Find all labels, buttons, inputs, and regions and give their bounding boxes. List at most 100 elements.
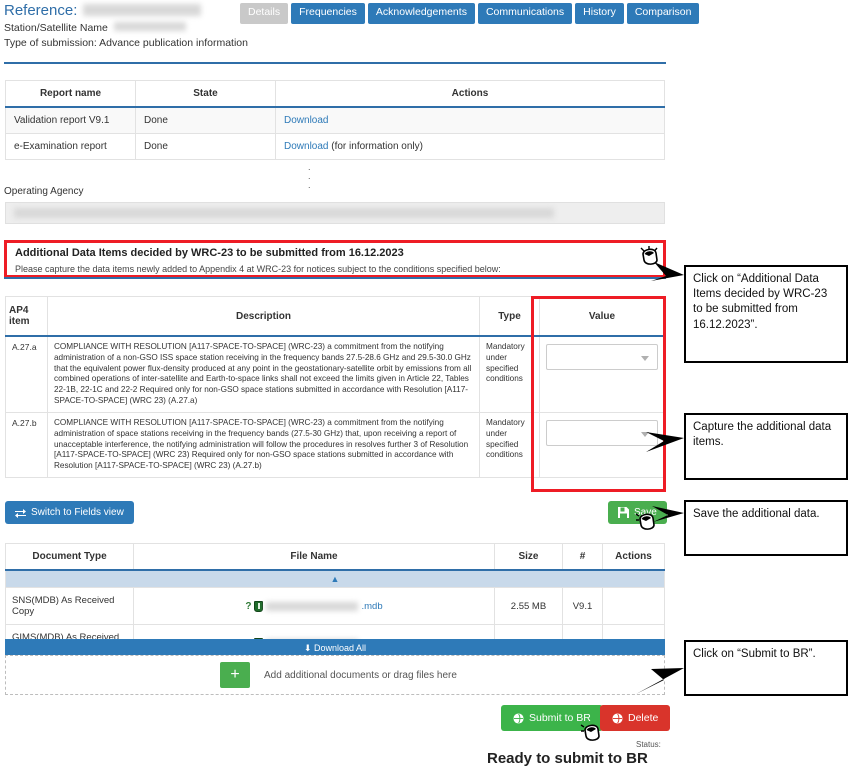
- download-link[interactable]: Download: [284, 115, 328, 126]
- col-ap4-item-line2: item: [9, 316, 30, 327]
- ap4-item-code: A.27.b: [5, 411, 48, 479]
- tab-comparison[interactable]: Comparison: [626, 3, 700, 24]
- operating-agency-field[interactable]: [5, 202, 665, 224]
- delete-globe-icon: [612, 712, 623, 724]
- tab-details[interactable]: Details: [240, 3, 289, 24]
- table-row: Validation report V9.1 Done Download: [5, 106, 665, 134]
- report-actions: Download (for information only): [275, 133, 665, 160]
- wrc-additional-data-banner[interactable]: Additional Data Items decided by WRC-23 …: [4, 240, 666, 278]
- reference-value-redacted: [83, 4, 202, 16]
- table-row: A.27.b COMPLIANCE WITH RESOLUTION [A117-…: [5, 411, 665, 479]
- operating-agency-label: Operating Agency: [4, 186, 84, 197]
- file-extension[interactable]: .mdb: [361, 601, 382, 612]
- document-type: SNS(MDB) As Received Copy: [5, 587, 134, 625]
- status-badge: Ready to submit to BR: [487, 750, 648, 767]
- download-link[interactable]: Download: [284, 141, 328, 152]
- tab-acknowledgements[interactable]: Acknowledgements: [367, 3, 475, 24]
- type-of-submission: Type of submission: Advance publication …: [4, 37, 248, 49]
- col-description: Description: [47, 296, 480, 337]
- document-actions: [602, 587, 665, 625]
- callout-click-additional-data: Click on “Additional Data Items decided …: [684, 265, 848, 363]
- col-document-type: Document Type: [5, 543, 134, 571]
- download-all-label: Download All: [314, 643, 367, 653]
- wrc-banner-title: Additional Data Items decided by WRC-23 …: [15, 247, 404, 259]
- ap4-item-description: COMPLIANCE WITH RESOLUTION [A117-SPACE-T…: [47, 411, 480, 479]
- page-root: Reference: Station/Satellite Name Type o…: [0, 0, 852, 775]
- save-label: Save: [634, 507, 657, 518]
- ap4-item-type: Mandatory under specified conditions: [479, 335, 540, 413]
- ap4-item-code: A.27.a: [5, 335, 48, 413]
- shield-icon: [254, 600, 264, 612]
- station-name-label: Station/Satellite Name: [4, 22, 108, 34]
- col-actions: Actions: [275, 80, 665, 108]
- report-name: Validation report V9.1: [5, 106, 136, 134]
- col-value: Value: [539, 296, 665, 337]
- report-name: e-Examination report: [5, 133, 136, 160]
- callout-submit-to-br: Click on “Submit to BR”.: [684, 640, 848, 696]
- station-name-value-redacted: [113, 22, 186, 31]
- file-dropzone[interactable]: + Add additional documents or drag files…: [5, 655, 665, 695]
- switch-to-fields-view-label: Switch to Fields view: [31, 507, 124, 518]
- header-divider: [4, 62, 666, 64]
- wrc-banner-underline: [4, 277, 666, 279]
- table-header-row: Report name State Actions: [5, 80, 665, 108]
- ap4-item-value-cell: [539, 411, 665, 479]
- switch-to-fields-view-button[interactable]: Switch to Fields view: [5, 501, 134, 524]
- tab-bar: Details Frequencies Acknowledgements Com…: [240, 3, 700, 24]
- submit-to-br-label: Submit to BR: [529, 712, 591, 724]
- station-name-line: Station/Satellite Name: [4, 22, 674, 34]
- download-arrow-icon: ⬇: [303, 643, 312, 653]
- file-name-cell: ? .mdb: [140, 600, 488, 612]
- col-version: #: [562, 543, 603, 571]
- ap4-item-value-cell: [539, 335, 665, 413]
- dropzone-label: Add additional documents or drag files h…: [264, 669, 457, 681]
- ap4-value-dropdown-a27b[interactable]: [546, 419, 658, 446]
- col-size: Size: [494, 543, 563, 571]
- file-name-redacted: [266, 601, 359, 611]
- reports-table: Report name State Actions Validation rep…: [5, 80, 665, 160]
- status-label: Status:: [636, 740, 661, 749]
- ap4-value-dropdown-a27a[interactable]: [546, 344, 658, 370]
- tab-communications[interactable]: Communications: [477, 3, 573, 24]
- document-file-name: ? .mdb: [133, 587, 495, 625]
- table-header-row: AP4 item Description Type Value: [5, 296, 665, 337]
- ap4-items-table: AP4 item Description Type Value A.27.a C…: [5, 296, 665, 479]
- col-ap4-item: AP4 item: [5, 296, 48, 337]
- report-state: Done: [135, 106, 276, 134]
- delete-button[interactable]: Delete: [600, 705, 671, 731]
- save-disk-icon: [618, 507, 629, 518]
- tab-frequencies[interactable]: Frequencies: [291, 3, 365, 24]
- table-row: A.27.a COMPLIANCE WITH RESOLUTION [A117-…: [5, 335, 665, 413]
- wrc-banner-subtitle: Please capture the data items newly adde…: [15, 264, 501, 274]
- switch-icon: [15, 508, 26, 518]
- col-type: Type: [479, 296, 540, 337]
- col-file-name: File Name: [133, 543, 495, 571]
- table-row: e-Examination report Done Download (for …: [5, 133, 665, 160]
- col-report-name: Report name: [5, 80, 136, 108]
- callout-capture-data-items: Capture the additional data items.: [684, 413, 848, 480]
- add-document-button[interactable]: +: [220, 662, 250, 688]
- table-header-row: Document Type File Name Size # Actions: [5, 543, 665, 571]
- submit-to-br-button[interactable]: Submit to BR: [501, 705, 603, 731]
- table-row: SNS(MDB) As Received Copy ? .mdb 2.55 MB…: [5, 587, 665, 625]
- delete-label: Delete: [628, 712, 659, 724]
- col-ap4-item-line1: AP4: [9, 305, 29, 316]
- operating-agency-value-redacted: [14, 208, 554, 218]
- sort-bar-row[interactable]: ▲: [5, 569, 665, 588]
- ap4-item-type: Mandatory under specified conditions: [479, 411, 540, 479]
- reference-label: Reference:: [4, 2, 78, 19]
- report-state: Done: [135, 133, 276, 160]
- callout-save-data: Save the additional data.: [684, 500, 848, 556]
- save-button[interactable]: Save: [608, 501, 667, 524]
- sort-ascending-toggle[interactable]: ▲: [5, 569, 665, 588]
- truncation-dots: ...: [308, 162, 311, 190]
- tab-history[interactable]: History: [575, 3, 624, 24]
- document-version: V9.1: [562, 587, 603, 625]
- document-size: 2.55 MB: [494, 587, 563, 625]
- submit-globe-icon: [513, 712, 524, 724]
- ap4-item-description: COMPLIANCE WITH RESOLUTION [A117-SPACE-T…: [47, 335, 480, 413]
- report-actions: Download: [275, 106, 665, 134]
- col-doc-actions: Actions: [602, 543, 665, 571]
- download-note: (for information only): [328, 141, 423, 152]
- col-state: State: [135, 80, 276, 108]
